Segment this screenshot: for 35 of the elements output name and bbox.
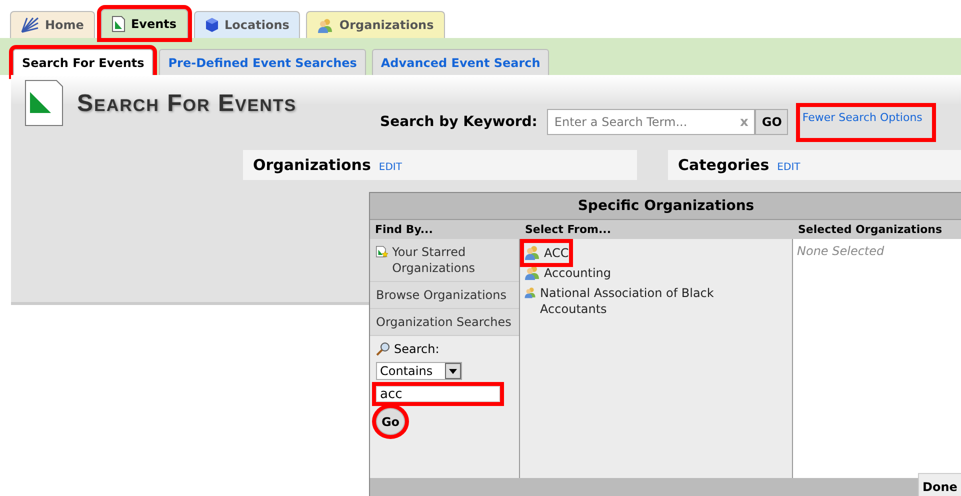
sunburst-icon xyxy=(21,17,39,33)
document-icon xyxy=(112,16,125,32)
nav-tab[interactable]: Home xyxy=(10,11,95,38)
people-icon xyxy=(524,245,540,260)
people-icon xyxy=(317,18,334,32)
organization-item[interactable]: National Association of Black Accoutants xyxy=(524,283,724,319)
organization-item[interactable]: Accounting xyxy=(524,263,612,283)
match-dropdown[interactable]: Contains xyxy=(376,362,462,380)
search-icon xyxy=(376,342,390,356)
panel-title: Categories xyxy=(678,156,770,174)
edit-link[interactable]: EDIT xyxy=(777,162,800,172)
done-button[interactable]: Done xyxy=(918,473,961,496)
subtab[interactable]: Pre-Defined Event Searches xyxy=(159,49,366,75)
panel-title: Organizations xyxy=(253,156,371,174)
people-icon xyxy=(524,265,540,280)
cube-icon xyxy=(204,17,219,33)
search-label: Search: xyxy=(394,342,440,356)
subtab[interactable]: Advanced Event Search xyxy=(372,49,550,75)
page-title: Search For Events xyxy=(77,90,297,118)
go-button[interactable]: GO xyxy=(755,109,788,135)
star-document-icon xyxy=(376,244,388,260)
column-header: Select From... xyxy=(524,222,612,238)
organization-item[interactable]: ACC xyxy=(524,243,569,263)
people-icon xyxy=(524,285,536,300)
find-by-item[interactable]: Browse Organizations xyxy=(370,282,519,309)
nav-tab[interactable]: Locations xyxy=(194,11,300,38)
column-header: Selected Organizations xyxy=(797,222,944,238)
keyword-label: Search by Keyword: xyxy=(380,114,538,130)
empty-message: None Selected xyxy=(797,244,884,258)
edit-link[interactable]: EDIT xyxy=(378,162,402,172)
find-by-item[interactable]: Your Starred Organizations xyxy=(370,239,519,282)
caret-icon xyxy=(449,368,457,374)
document-icon xyxy=(25,80,63,126)
column-header: Find By... xyxy=(374,222,434,238)
nav-tab[interactable]: Organizations xyxy=(306,11,445,38)
